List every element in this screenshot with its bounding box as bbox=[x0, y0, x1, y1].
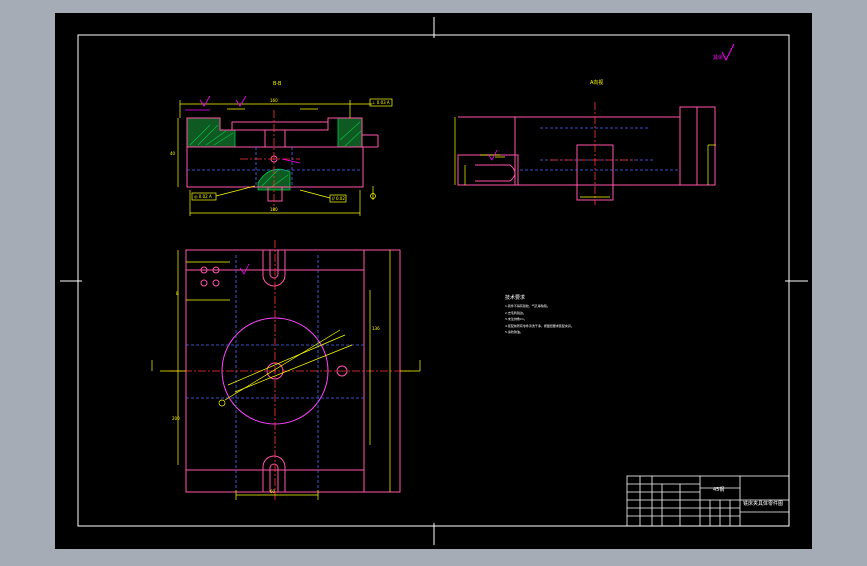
drawing-sheet bbox=[55, 13, 812, 549]
tech-req-line-1: 1.铸件不得有裂纹、气孔等缺陷。 bbox=[505, 303, 550, 308]
title-block-drawing-title: 铣床夹具体零件图 bbox=[743, 500, 783, 507]
svg-text:60: 60 bbox=[270, 489, 276, 494]
tech-req-heading: 技术要求 bbox=[505, 294, 525, 301]
tech-req-line-3: 3.未注倒角C1。 bbox=[505, 316, 527, 321]
svg-text:◎ 0.02 A: ◎ 0.02 A bbox=[194, 194, 212, 199]
svg-text:其余: 其余 bbox=[713, 54, 723, 61]
drawing-canvas[interactable]: 其余 B-B ⊥ 0.03 A ◎ 0.02 A // 0.02 160 40 … bbox=[0, 0, 867, 562]
svg-text:B: B bbox=[176, 291, 179, 296]
side-view-label: A向视 bbox=[590, 79, 603, 86]
svg-text:200: 200 bbox=[172, 416, 180, 421]
title-block-material: 45钢 bbox=[713, 486, 724, 493]
svg-text:// 0.02: // 0.02 bbox=[332, 196, 345, 201]
section-view-label: B-B bbox=[273, 81, 282, 87]
tech-req-line-5: 5.涂防锈油。 bbox=[505, 329, 523, 334]
svg-text:40: 40 bbox=[170, 151, 176, 156]
tech-req-line-2: 2.去毛刺锐边。 bbox=[505, 310, 526, 315]
tech-req-line-4: 4.装配前所有零件清洗干净，按图纸要求装配夹具。 bbox=[505, 323, 574, 328]
svg-text:136: 136 bbox=[372, 326, 380, 331]
cad-viewport[interactable]: 其余 B-B ⊥ 0.03 A ◎ 0.02 A // 0.02 160 40 … bbox=[0, 0, 867, 562]
svg-text:⊥ 0.03 A: ⊥ 0.03 A bbox=[372, 100, 390, 105]
svg-text:160: 160 bbox=[270, 98, 278, 103]
svg-text:180: 180 bbox=[270, 207, 278, 212]
